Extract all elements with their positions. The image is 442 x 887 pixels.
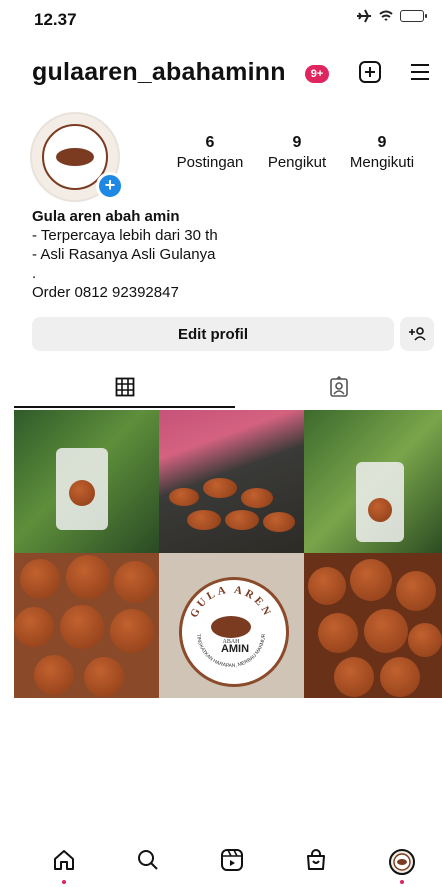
airplane-icon bbox=[357, 9, 371, 23]
posts-grid: GULA AREN ABAH AMIN TINGKATKAN HARAPAN, … bbox=[14, 410, 442, 698]
search-icon bbox=[138, 850, 158, 870]
add-person-icon bbox=[409, 327, 426, 341]
tab-posts[interactable] bbox=[14, 368, 235, 408]
add-post-icon[interactable] bbox=[358, 60, 382, 84]
grid-post[interactable] bbox=[304, 410, 442, 553]
stat-value: 9 bbox=[377, 134, 387, 151]
menu-icon[interactable] bbox=[408, 60, 432, 84]
home-icon bbox=[54, 850, 74, 870]
status-icons bbox=[356, 9, 427, 23]
logo-brand: GULA AREN bbox=[188, 584, 271, 620]
stat-followers[interactable]: 9 Pengikut bbox=[262, 134, 332, 171]
battery-icon bbox=[400, 10, 427, 22]
tagged-icon bbox=[329, 376, 348, 397]
profile-icon bbox=[389, 849, 415, 875]
profile-tabs bbox=[0, 368, 442, 408]
stat-value: 6 bbox=[205, 134, 215, 151]
logo-graphic: GULA AREN ABAH AMIN TINGKATKAN HARAPAN, … bbox=[188, 584, 274, 669]
stat-following[interactable]: 9 Mengikuti bbox=[340, 134, 424, 171]
grid-post[interactable]: GULA AREN ABAH AMIN TINGKATKAN HARAPAN, … bbox=[159, 553, 304, 698]
svg-text:GULA AREN: GULA AREN bbox=[188, 584, 274, 620]
stat-value: 9 bbox=[292, 134, 302, 151]
discover-people-button[interactable] bbox=[400, 317, 434, 351]
wifi-icon bbox=[379, 10, 393, 21]
nav-reels[interactable] bbox=[212, 848, 252, 884]
add-story-icon[interactable]: + bbox=[96, 172, 124, 200]
bio-line: - Asli Rasanya Asli Gulanya bbox=[32, 246, 216, 263]
nav-search[interactable] bbox=[128, 848, 168, 884]
nav-indicator-dot bbox=[400, 880, 404, 884]
status-time: 12.37 bbox=[34, 10, 77, 29]
profile-bio: Gula aren abah amin - Terpercaya lebih d… bbox=[32, 207, 218, 302]
nav-shop[interactable] bbox=[296, 848, 336, 884]
username[interactable]: gulaaren_abahaminn bbox=[32, 58, 286, 87]
notification-badge[interactable]: 9+ bbox=[305, 65, 329, 83]
bio-line: . bbox=[32, 265, 37, 282]
bio-line: - Terpercaya lebih dari 30 th bbox=[32, 227, 218, 244]
grid-icon bbox=[115, 377, 134, 397]
logo-sub-main: AMIN bbox=[221, 643, 249, 655]
bottom-nav bbox=[0, 840, 442, 887]
tab-tagged[interactable] bbox=[235, 368, 442, 406]
profile-name: Gula aren abah amin bbox=[32, 208, 180, 225]
stat-label: Postingan bbox=[176, 154, 244, 171]
bio-line[interactable]: Order 0812 92392847 bbox=[32, 283, 218, 302]
nav-home[interactable] bbox=[44, 848, 84, 884]
reels-icon bbox=[221, 849, 243, 871]
shop-icon bbox=[307, 849, 325, 870]
status-bar: 12.37 bbox=[0, 0, 442, 40]
grid-post[interactable] bbox=[14, 553, 159, 698]
brand-logo: GULA AREN ABAH AMIN TINGKATKAN HARAPAN, … bbox=[179, 577, 289, 687]
profile-header: gulaaren_abahaminn 9+ bbox=[0, 56, 442, 96]
grid-post[interactable] bbox=[159, 410, 304, 553]
nav-indicator-dot bbox=[62, 880, 66, 884]
stat-posts[interactable]: 6 Postingan bbox=[175, 134, 245, 171]
edit-profile-button[interactable]: Edit profil bbox=[32, 317, 394, 351]
grid-post[interactable] bbox=[14, 410, 159, 553]
stat-label: Mengikuti bbox=[349, 154, 415, 171]
nav-profile[interactable] bbox=[382, 848, 422, 884]
grid-post[interactable] bbox=[304, 553, 442, 698]
stat-label: Pengikut bbox=[267, 154, 327, 171]
